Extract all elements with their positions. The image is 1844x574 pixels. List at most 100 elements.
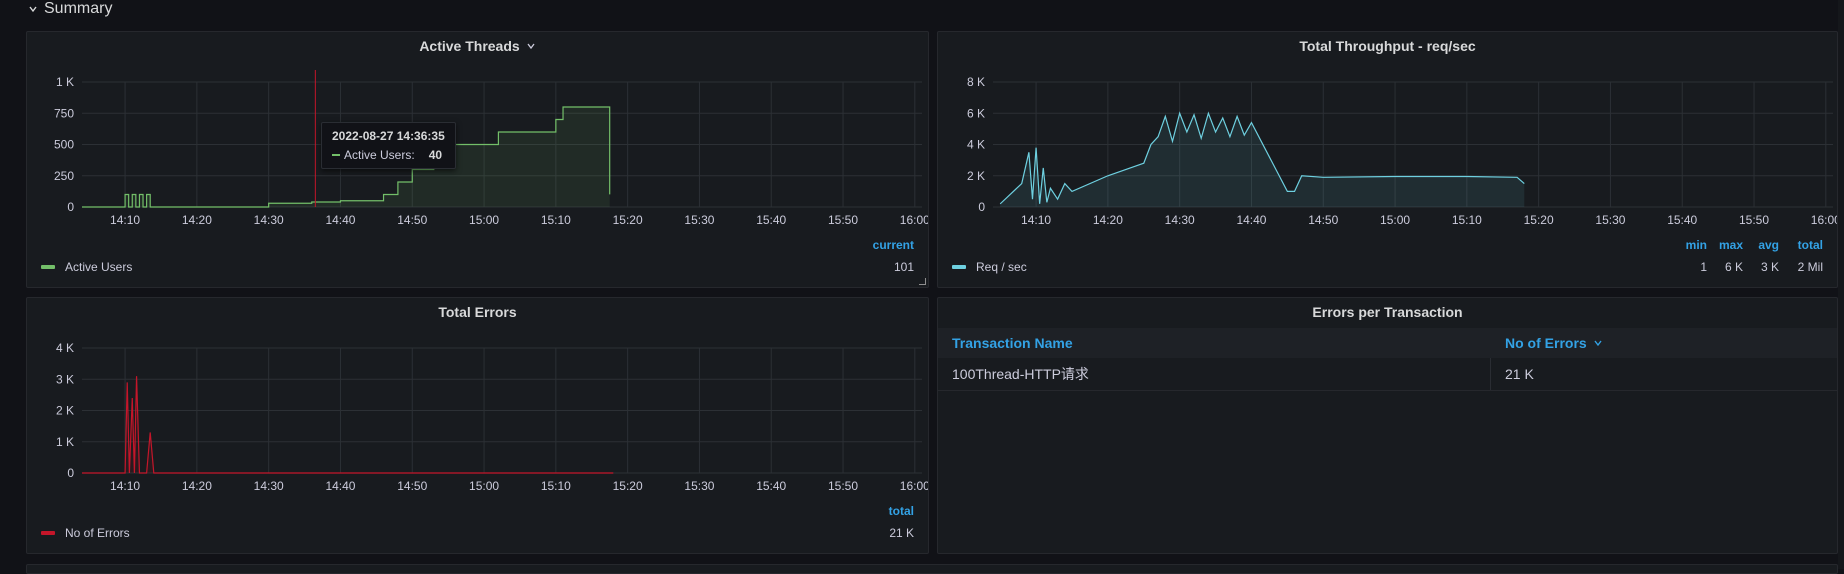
legend-header: total bbox=[889, 504, 914, 518]
legend-swatch bbox=[41, 265, 55, 269]
legend-total-value: 2 Mil bbox=[1797, 260, 1823, 274]
tooltip-time: 2022-08-27 14:36:35 bbox=[332, 129, 445, 143]
x-tick-label: 15:20 bbox=[613, 479, 643, 493]
panel-title-errors-per-transaction[interactable]: Errors per Transaction bbox=[938, 304, 1837, 320]
x-tick-label: 15:50 bbox=[1739, 213, 1769, 227]
column-header-no-of-errors[interactable]: No of Errors bbox=[1491, 328, 1603, 358]
cell-no-of-errors: 21 K bbox=[1491, 358, 1534, 390]
x-tick-label: 14:10 bbox=[110, 213, 140, 227]
x-tick-label: 15:10 bbox=[541, 213, 571, 227]
series-area bbox=[82, 376, 614, 473]
row-title: Summary bbox=[44, 0, 113, 17]
legend-total-value: 21 K bbox=[889, 526, 914, 540]
table-row[interactable]: 100Thread-HTTP请求 21 K bbox=[938, 358, 1837, 391]
panel-active-threads: Active Threads 0 250 500 750 1 K 14:10 14:20 14… bbox=[26, 31, 929, 288]
x-tick-label: 14:40 bbox=[1236, 213, 1266, 227]
y-tick-label: 2 K bbox=[967, 169, 985, 183]
panel-total-errors: Total Errors 01 K2 K3 K4 K 14:10 14:20 14:3… bbox=[26, 297, 929, 554]
legend-header-current[interactable]: current bbox=[873, 238, 914, 252]
cell-text: 21 K bbox=[1505, 366, 1534, 382]
legend-header-avg[interactable]: avg bbox=[1743, 238, 1779, 252]
legend-series-name: Req / sec bbox=[976, 260, 1027, 274]
legend-header-total[interactable]: total bbox=[889, 504, 914, 518]
legend-current-value: 101 bbox=[893, 260, 914, 274]
legend-max-value: 6 K bbox=[1724, 260, 1743, 274]
legend-header-total[interactable]: total bbox=[1779, 238, 1823, 252]
x-tick-label: 14:50 bbox=[1308, 213, 1338, 227]
x-tick-label: 15:20 bbox=[1524, 213, 1554, 227]
sort-descending-icon bbox=[1594, 340, 1602, 347]
panel-total-throughput: Total Throughput - req/sec 02 K4 K6 K8 K… bbox=[937, 31, 1838, 288]
y-tick-label: 1 K bbox=[56, 75, 74, 89]
x-tick-label: 15:10 bbox=[1452, 213, 1482, 227]
y-tick-label: 500 bbox=[54, 138, 74, 152]
y-tick-label: 0 bbox=[67, 466, 74, 480]
y-tick-label: 4 K bbox=[967, 138, 985, 152]
x-tick-label: 14:40 bbox=[325, 479, 355, 493]
legend-item-no-of-errors[interactable]: No of Errors 21 K bbox=[41, 526, 914, 540]
x-tick-label: 15:40 bbox=[1667, 213, 1697, 227]
cell-transaction-name: 100Thread-HTTP请求 bbox=[938, 358, 1491, 390]
y-tick-label: 2 K bbox=[56, 404, 74, 418]
x-tick-label: 14:30 bbox=[254, 479, 284, 493]
x-tick-label: 15:50 bbox=[828, 213, 858, 227]
legend-swatch bbox=[41, 531, 55, 535]
x-tick-label: 15:50 bbox=[828, 479, 858, 493]
page-scrollbar[interactable] bbox=[1838, 0, 1844, 569]
x-tick-label: 15:00 bbox=[469, 479, 499, 493]
legend-min-value: 1 bbox=[1700, 260, 1707, 274]
x-tick-label: 14:20 bbox=[182, 479, 212, 493]
x-tick-label: 14:10 bbox=[1021, 213, 1051, 227]
legend-header-min[interactable]: min bbox=[1679, 238, 1707, 252]
series-area bbox=[1000, 113, 1525, 207]
chart-throughput[interactable]: 0 2 K 4 K 6 K 8 K 14:10 14:20 14:30 14:40 14:50 15… bbox=[938, 32, 1838, 232]
chevron-down-icon bbox=[29, 6, 37, 13]
column-header-transaction-name[interactable]: Transaction Name bbox=[938, 328, 1491, 358]
x-tick-label: 15:10 bbox=[541, 479, 571, 493]
y-tick-label: 8 K bbox=[967, 75, 985, 89]
y-tick-label: 250 bbox=[54, 169, 74, 183]
y-tick-label: 0 bbox=[978, 200, 985, 214]
x-tick-label: 16:00 bbox=[1811, 213, 1838, 227]
legend-avg-value: 3 K bbox=[1760, 260, 1779, 274]
legend-swatch bbox=[952, 265, 966, 269]
x-tick-label: 14:10 bbox=[110, 479, 140, 493]
x-tick-label: 14:30 bbox=[254, 213, 284, 227]
y-tick-label: 1 K bbox=[56, 435, 74, 449]
x-tick-label: 16:00 bbox=[900, 479, 929, 493]
x-tick-label: 15:20 bbox=[613, 213, 643, 227]
y-tick-label: 750 bbox=[54, 106, 74, 120]
legend-header-max[interactable]: max bbox=[1707, 238, 1743, 252]
x-tick-label: 16:00 bbox=[900, 213, 929, 227]
tooltip-series-name: Active Users: bbox=[344, 148, 415, 162]
resize-handle[interactable] bbox=[919, 278, 926, 285]
x-tick-label: 15:30 bbox=[1595, 213, 1625, 227]
panel-next-row-edge bbox=[26, 564, 1838, 574]
legend-header: min max avg total bbox=[1679, 238, 1823, 252]
chart-total-errors[interactable]: 0 1 K 2 K 3 K 4 K 14:10 14:20 14:30 14:40 14:50 15… bbox=[27, 298, 929, 498]
x-tick-label: 14:50 bbox=[397, 479, 427, 493]
x-tick-label: 15:40 bbox=[756, 213, 786, 227]
y-tick-label: 4 K bbox=[56, 341, 74, 355]
table-header: Transaction Name No of Errors bbox=[938, 328, 1837, 358]
column-header-label: No of Errors bbox=[1505, 335, 1587, 351]
x-tick-label: 15:30 bbox=[684, 479, 714, 493]
x-tick-label: 15:40 bbox=[756, 479, 786, 493]
legend-header: current bbox=[873, 238, 914, 252]
x-tick-label: 14:40 bbox=[325, 213, 355, 227]
panel-title-text: Errors per Transaction bbox=[1312, 304, 1463, 320]
x-tick-label: 14:20 bbox=[182, 213, 212, 227]
panel-errors-per-transaction: Errors per Transaction Transaction Name … bbox=[937, 297, 1838, 554]
series-line bbox=[82, 376, 614, 474]
chart-active-threads[interactable]: 0 250 500 750 1 K 14:10 14:20 14:30 14:40 14:50 15… bbox=[27, 32, 929, 232]
legend-item-active-users[interactable]: Active Users 101 bbox=[41, 260, 914, 274]
cell-text: 100Thread-HTTP请求 bbox=[952, 366, 1089, 382]
tooltip-value: 40 bbox=[428, 148, 443, 162]
x-tick-label: 15:00 bbox=[1380, 213, 1410, 227]
graph-tooltip: 2022-08-27 14:36:35 Active Users: 40 bbox=[321, 122, 456, 169]
row-header-summary[interactable]: Summary bbox=[28, 0, 112, 18]
legend-item-req-sec[interactable]: Req / sec 1 6 K 3 K 2 Mil bbox=[952, 260, 1823, 274]
legend-series-name: No of Errors bbox=[65, 526, 130, 540]
x-tick-label: 15:30 bbox=[684, 213, 714, 227]
y-tick-label: 3 K bbox=[56, 372, 74, 386]
